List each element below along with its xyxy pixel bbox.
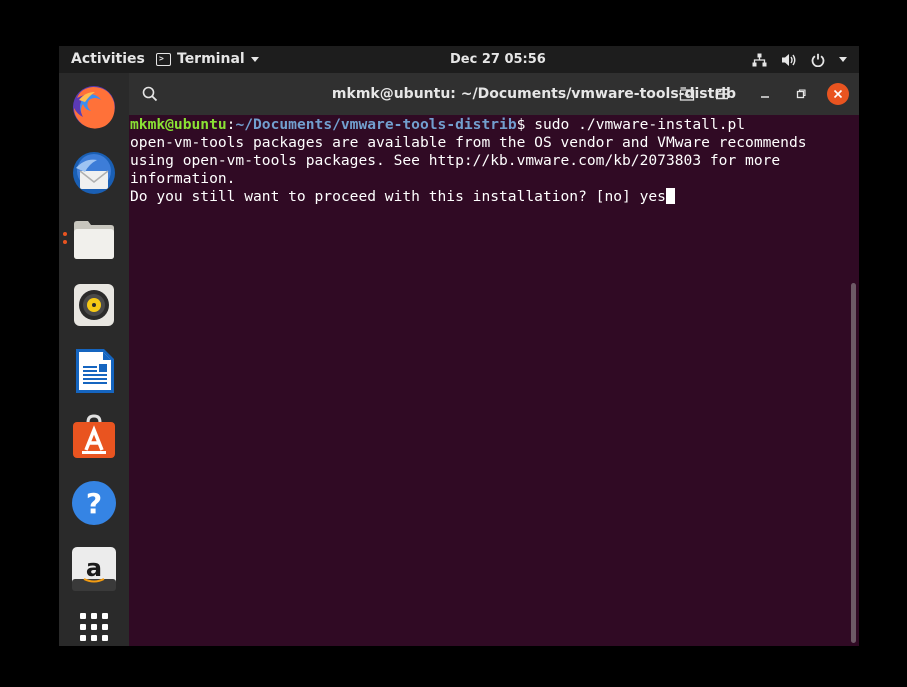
rhythmbox-icon[interactable] (71, 282, 117, 328)
desktop-screen: Activities > Terminal Dec 27 05:56 ? a m… (59, 46, 859, 646)
libreoffice-writer-icon[interactable] (71, 348, 117, 394)
app-menu-chevron-icon (250, 57, 259, 62)
new-tab-button[interactable] (675, 82, 699, 106)
system-tray[interactable] (752, 46, 847, 73)
help-icon[interactable]: ? (71, 480, 117, 526)
files-icon[interactable] (71, 216, 117, 262)
maximize-icon (796, 89, 806, 99)
power-icon (811, 53, 825, 67)
output-line: information. (130, 170, 236, 187)
typed-input: yes (639, 188, 666, 205)
prompt-line: mkmk@ubuntu:~/Documents/vmware-tools-dis… (130, 116, 845, 134)
prompt-path: ~/Documents/vmware-tools-distrib (235, 116, 517, 133)
activities-button[interactable]: Activities (71, 46, 145, 73)
help-glyph: ? (86, 487, 102, 520)
volume-icon (782, 53, 796, 66)
network-icon (752, 53, 767, 66)
hamburger-icon (716, 88, 728, 100)
ubuntu-software-icon[interactable] (71, 414, 117, 460)
terminal-content[interactable]: mkmk@ubuntu:~/Documents/vmware-tools-dis… (129, 115, 859, 646)
clock[interactable]: Dec 27 05:56 (450, 46, 546, 73)
text-cursor (665, 188, 675, 204)
window-title: mkmk@ubuntu: ~/Documents/vmware-tools-di… (331, 86, 737, 102)
running-indicator-dot (63, 232, 67, 236)
app-menu-label: Terminal (177, 51, 245, 67)
app-menu-button[interactable]: > Terminal (156, 46, 259, 73)
show-applications-icon[interactable] (71, 612, 117, 646)
question-text: Do you still want to proceed with this i… (130, 188, 640, 205)
output-line: using open-vm-tools packages. See http:/… (130, 152, 781, 169)
amazon-icon[interactable]: a (71, 546, 117, 592)
chevron-down-icon (839, 57, 847, 62)
hamburger-menu-button[interactable] (710, 82, 734, 106)
new-tab-icon (679, 87, 695, 101)
command-text: sudo ./vmware-install.pl (534, 116, 746, 133)
scrollbar[interactable] (851, 283, 856, 643)
dock: ? a (59, 73, 129, 646)
minimize-icon (761, 96, 769, 98)
window-header-bar[interactable]: mkmk@ubuntu: ~/Documents/vmware-tools-di… (129, 73, 859, 115)
maximize-button[interactable] (789, 82, 813, 106)
thunderbird-icon[interactable] (71, 150, 117, 196)
firefox-icon[interactable] (71, 84, 117, 130)
terminal-app-icon: > (156, 53, 171, 66)
terminal-output[interactable]: mkmk@ubuntu:~/Documents/vmware-tools-dis… (130, 116, 845, 206)
prompt-user: mkmk@ubuntu (130, 116, 227, 133)
amazon-letter: a (86, 554, 102, 582)
running-indicator-dot (63, 240, 67, 244)
close-icon (833, 89, 843, 99)
prompt-symbol: $ (516, 116, 535, 133)
minimize-button[interactable] (753, 82, 777, 106)
input-line: Do you still want to proceed with this i… (130, 188, 845, 206)
top-bar: Activities > Terminal Dec 27 05:56 (59, 46, 859, 73)
output-line: open-vm-tools packages are available fro… (130, 134, 807, 151)
close-button[interactable] (827, 83, 849, 105)
terminal-window: mkmk@ubuntu: ~/Documents/vmware-tools-di… (129, 73, 859, 646)
